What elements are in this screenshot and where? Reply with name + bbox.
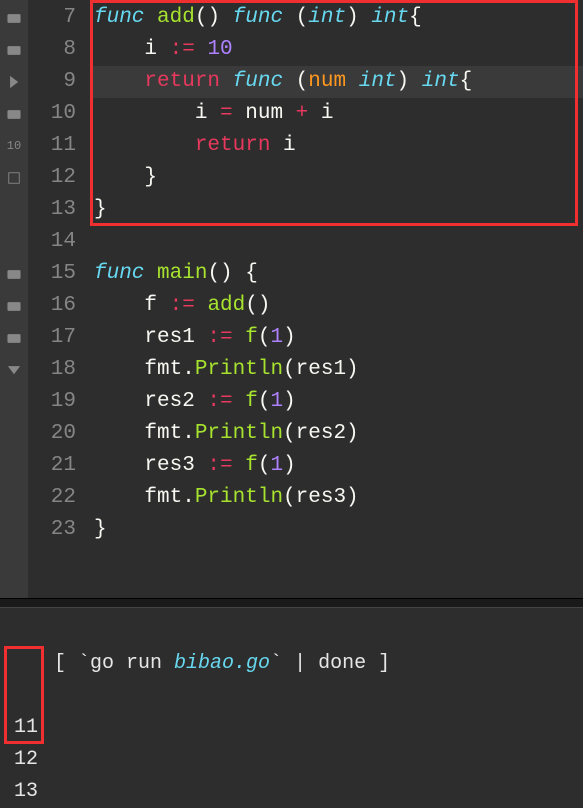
terminal-output[interactable]: [ `go run bibao.go` | done ] 111213: [0, 608, 583, 758]
code-line[interactable]: [90, 226, 583, 258]
terminal-command-line: [ `go run bibao.go` | done ]: [6, 616, 577, 712]
gutter-label: 10: [0, 130, 28, 162]
line-number: 10: [28, 98, 76, 130]
folder-icon: [0, 34, 28, 66]
code-line[interactable]: return func (num int) int{: [90, 66, 583, 98]
terminal-output-line: 11: [6, 712, 577, 744]
code-line[interactable]: }: [90, 194, 583, 226]
line-number: 14: [28, 226, 76, 258]
line-number: 18: [28, 354, 76, 386]
code-line[interactable]: fmt.Println(res2): [90, 418, 583, 450]
gutter-fold-column: 10: [0, 0, 28, 598]
line-number: 15: [28, 258, 76, 290]
line-number: 21: [28, 450, 76, 482]
code-line[interactable]: res3 := f(1): [90, 450, 583, 482]
code-content[interactable]: func add() func (int) int{ i := 10 retur…: [90, 0, 583, 598]
code-line[interactable]: res1 := f(1): [90, 322, 583, 354]
checkbox-icon[interactable]: [0, 162, 28, 194]
folder-icon: [0, 258, 28, 290]
line-number-gutter: 7891011121314151617181920212223: [28, 0, 90, 598]
code-line[interactable]: }: [90, 162, 583, 194]
line-number: 12: [28, 162, 76, 194]
terminal-output-line: 13: [6, 776, 577, 808]
line-number: 8: [28, 34, 76, 66]
code-line[interactable]: i := 10: [90, 34, 583, 66]
line-number: 13: [28, 194, 76, 226]
code-line[interactable]: }: [90, 514, 583, 546]
code-line[interactable]: fmt.Println(res3): [90, 482, 583, 514]
line-number: 22: [28, 482, 76, 514]
code-line[interactable]: f := add(): [90, 290, 583, 322]
folder-icon: [0, 98, 28, 130]
folder-icon: [0, 2, 28, 34]
code-editor[interactable]: 10 7891011121314151617181920212223 func …: [0, 0, 583, 598]
line-number: 9: [28, 66, 76, 98]
line-number: 11: [28, 130, 76, 162]
line-number: 23: [28, 514, 76, 546]
code-line[interactable]: res2 := f(1): [90, 386, 583, 418]
line-number: 20: [28, 418, 76, 450]
line-number: 16: [28, 290, 76, 322]
code-line[interactable]: return i: [90, 130, 583, 162]
line-number: 19: [28, 386, 76, 418]
arrow-down-icon[interactable]: [0, 354, 28, 386]
line-number: 17: [28, 322, 76, 354]
terminal-output-line: 12: [6, 744, 577, 776]
folder-icon: [0, 322, 28, 354]
code-line[interactable]: i = num + i: [90, 98, 583, 130]
code-line[interactable]: fmt.Println(res1): [90, 354, 583, 386]
code-line[interactable]: func add() func (int) int{: [90, 2, 583, 34]
line-number: 7: [28, 2, 76, 34]
pane-separator[interactable]: [0, 598, 583, 608]
arrow-right-icon[interactable]: [0, 66, 28, 98]
code-line[interactable]: func main() {: [90, 258, 583, 290]
folder-icon: [0, 290, 28, 322]
